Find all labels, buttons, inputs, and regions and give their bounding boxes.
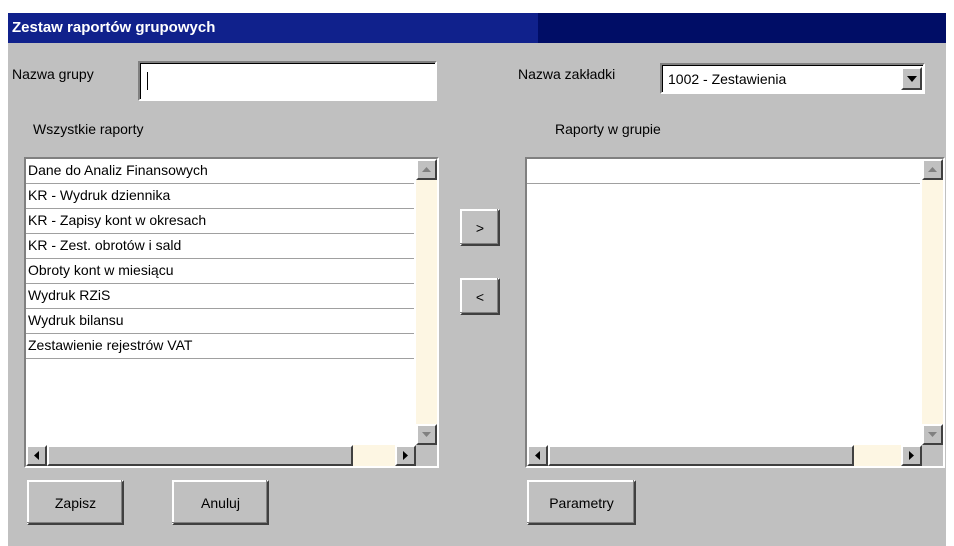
vertical-scrollbar[interactable] (416, 159, 437, 445)
scroll-left-button[interactable] (26, 445, 47, 466)
arrow-left-icon (34, 451, 39, 460)
list-item[interactable] (527, 159, 920, 184)
all-reports-items: Dane do Analiz Finansowych KR - Wydruk dz… (26, 159, 414, 359)
scroll-corner (416, 445, 437, 466)
title-bar: Zestaw raportów grupowych (8, 13, 946, 43)
arrow-down-icon (928, 432, 937, 437)
scroll-right-button[interactable] (901, 445, 922, 466)
all-reports-label: Wszystkie raporty (33, 121, 144, 137)
arrow-up-icon (928, 167, 937, 172)
save-button[interactable]: Zapisz (27, 480, 124, 525)
tab-name-label: Nazwa zakładki (518, 66, 616, 82)
scroll-thumb[interactable] (47, 445, 353, 466)
scroll-up-button[interactable] (416, 159, 437, 180)
add-to-group-button[interactable]: > (460, 209, 500, 246)
vertical-scrollbar[interactable] (922, 159, 943, 445)
arrow-right-icon (909, 451, 914, 460)
arrow-up-icon (422, 167, 431, 172)
tab-name-value: 1002 - Zestawienia (668, 71, 787, 87)
group-reports-list[interactable] (525, 157, 945, 468)
arrow-right-icon (403, 451, 408, 460)
list-item[interactable]: Dane do Analiz Finansowych (26, 159, 414, 184)
arrow-down-icon (422, 432, 431, 437)
group-reports-label: Raporty w grupie (555, 121, 661, 137)
scroll-right-button[interactable] (395, 445, 416, 466)
group-name-input[interactable] (138, 61, 437, 101)
scroll-corner (922, 445, 943, 466)
list-item[interactable]: Zestawienie rejestrów VAT (26, 334, 414, 359)
arrow-left-icon (535, 451, 540, 460)
group-reports-items (527, 159, 920, 184)
scroll-left-button[interactable] (527, 445, 548, 466)
list-item[interactable]: Obroty kont w miesiącu (26, 259, 414, 284)
dropdown-button[interactable] (901, 67, 922, 90)
scroll-down-button[interactable] (922, 424, 943, 445)
all-reports-list[interactable]: Dane do Analiz Finansowych KR - Wydruk dz… (24, 157, 439, 468)
chevron-down-icon (906, 75, 917, 82)
scroll-up-button[interactable] (922, 159, 943, 180)
list-item[interactable]: Wydruk RZiS (26, 284, 414, 309)
group-name-label: Nazwa grupy (12, 66, 94, 82)
list-item[interactable]: KR - Zapisy kont w okresach (26, 209, 414, 234)
remove-from-group-button[interactable]: < (460, 278, 500, 315)
parameters-button[interactable]: Parametry (527, 480, 636, 525)
list-item[interactable]: KR - Wydruk dziennika (26, 184, 414, 209)
horizontal-scrollbar[interactable] (527, 445, 922, 466)
window-title: Zestaw raportów grupowych (12, 19, 216, 36)
scroll-down-button[interactable] (416, 424, 437, 445)
horizontal-scrollbar[interactable] (26, 445, 416, 466)
list-item[interactable]: KR - Zest. obrotów i sald (26, 234, 414, 259)
text-cursor (147, 72, 148, 90)
list-item[interactable]: Wydruk bilansu (26, 309, 414, 334)
cancel-button[interactable]: Anuluj (172, 480, 269, 525)
tab-name-select[interactable]: 1002 - Zestawienia (660, 63, 925, 94)
scroll-thumb[interactable] (548, 445, 854, 466)
dialog-window: Zestaw raportów grupowych Nazwa grupy Na… (8, 13, 946, 546)
